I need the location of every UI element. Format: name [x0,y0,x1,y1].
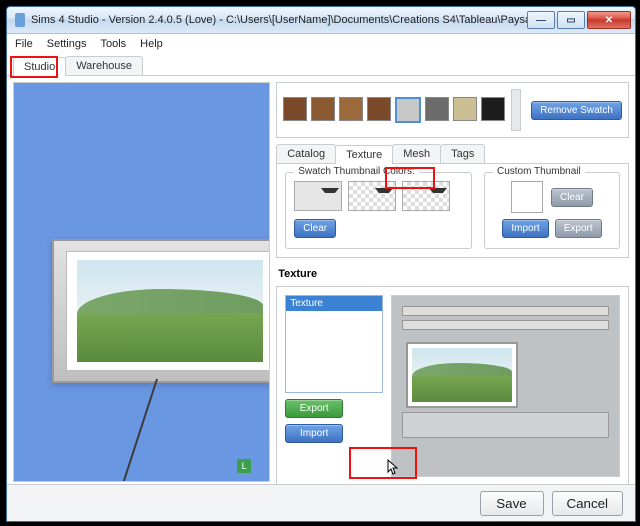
footer: Save Cancel [7,484,635,521]
remove-swatch-button[interactable]: Remove Swatch [531,101,622,120]
texture-heading: Texture [278,268,629,280]
cancel-button[interactable]: Cancel [552,491,624,516]
swatch-1[interactable] [311,97,335,121]
menu-file[interactable]: File [15,38,33,50]
menu-tools[interactable]: Tools [100,38,126,50]
close-button[interactable]: ✕ [587,11,631,29]
sub-tabs: Catalog Texture Mesh Tags [276,144,629,164]
swatch-row: Remove Swatch [276,82,629,138]
subtab-catalog[interactable]: Catalog [276,144,336,163]
menu-settings[interactable]: Settings [47,38,87,50]
texture-list[interactable]: Texture [285,295,383,393]
swatch-color-3[interactable] [402,181,450,211]
menu-help[interactable]: Help [140,38,163,50]
app-window: Sims 4 Studio - Version 2.4.0.5 (Love) -… [6,6,636,522]
subtab-texture[interactable]: Texture [335,145,393,164]
tab-studio[interactable]: Studio [13,57,66,76]
texture-preview [391,295,620,477]
swatch-7[interactable] [481,97,505,121]
custom-thumb-title: Custom Thumbnail [493,166,585,177]
titlebar: Sims 4 Studio - Version 2.4.0.5 (Love) -… [7,7,635,34]
swatch-color-1[interactable] [294,181,342,211]
window-title: Sims 4 Studio - Version 2.4.0.5 (Love) -… [31,14,527,26]
minimize-button[interactable]: — [527,11,555,29]
tab-warehouse[interactable]: Warehouse [65,56,143,75]
app-icon [15,13,25,27]
custom-thumb-import[interactable]: Import [502,219,548,238]
main-tabs: Studio Warehouse [7,56,635,76]
subtab-mesh[interactable]: Mesh [392,144,441,163]
swatch-color-2[interactable] [348,181,396,211]
save-button[interactable]: Save [480,491,544,516]
texture-import-button[interactable]: Import [285,424,343,443]
swatch-clear-button[interactable]: Clear [294,219,336,238]
subtab-tags[interactable]: Tags [440,144,485,163]
preview-frame [52,239,270,383]
texture-export-button[interactable]: Export [285,399,343,418]
swatch-thumb-title: Swatch Thumbnail Colors: [294,166,419,177]
swatch-3[interactable] [367,97,391,121]
maximize-button[interactable]: ▭ [557,11,585,29]
texture-list-item[interactable]: Texture [286,296,382,311]
swatch-2[interactable] [339,97,363,121]
menu-bar: File Settings Tools Help [7,34,635,54]
preview-pane[interactable]: L [13,82,270,482]
swatch-0[interactable] [283,97,307,121]
swatch-5[interactable] [425,97,449,121]
swatch-scrollbar[interactable] [511,89,521,131]
preview-gizmo [120,379,158,482]
swatch-4[interactable] [395,97,421,123]
custom-thumb-export[interactable]: Export [555,219,602,238]
custom-thumb-clear[interactable]: Clear [551,188,593,207]
swatch-6[interactable] [453,97,477,121]
preview-badge: L [237,459,251,473]
custom-thumb-box [511,181,543,213]
